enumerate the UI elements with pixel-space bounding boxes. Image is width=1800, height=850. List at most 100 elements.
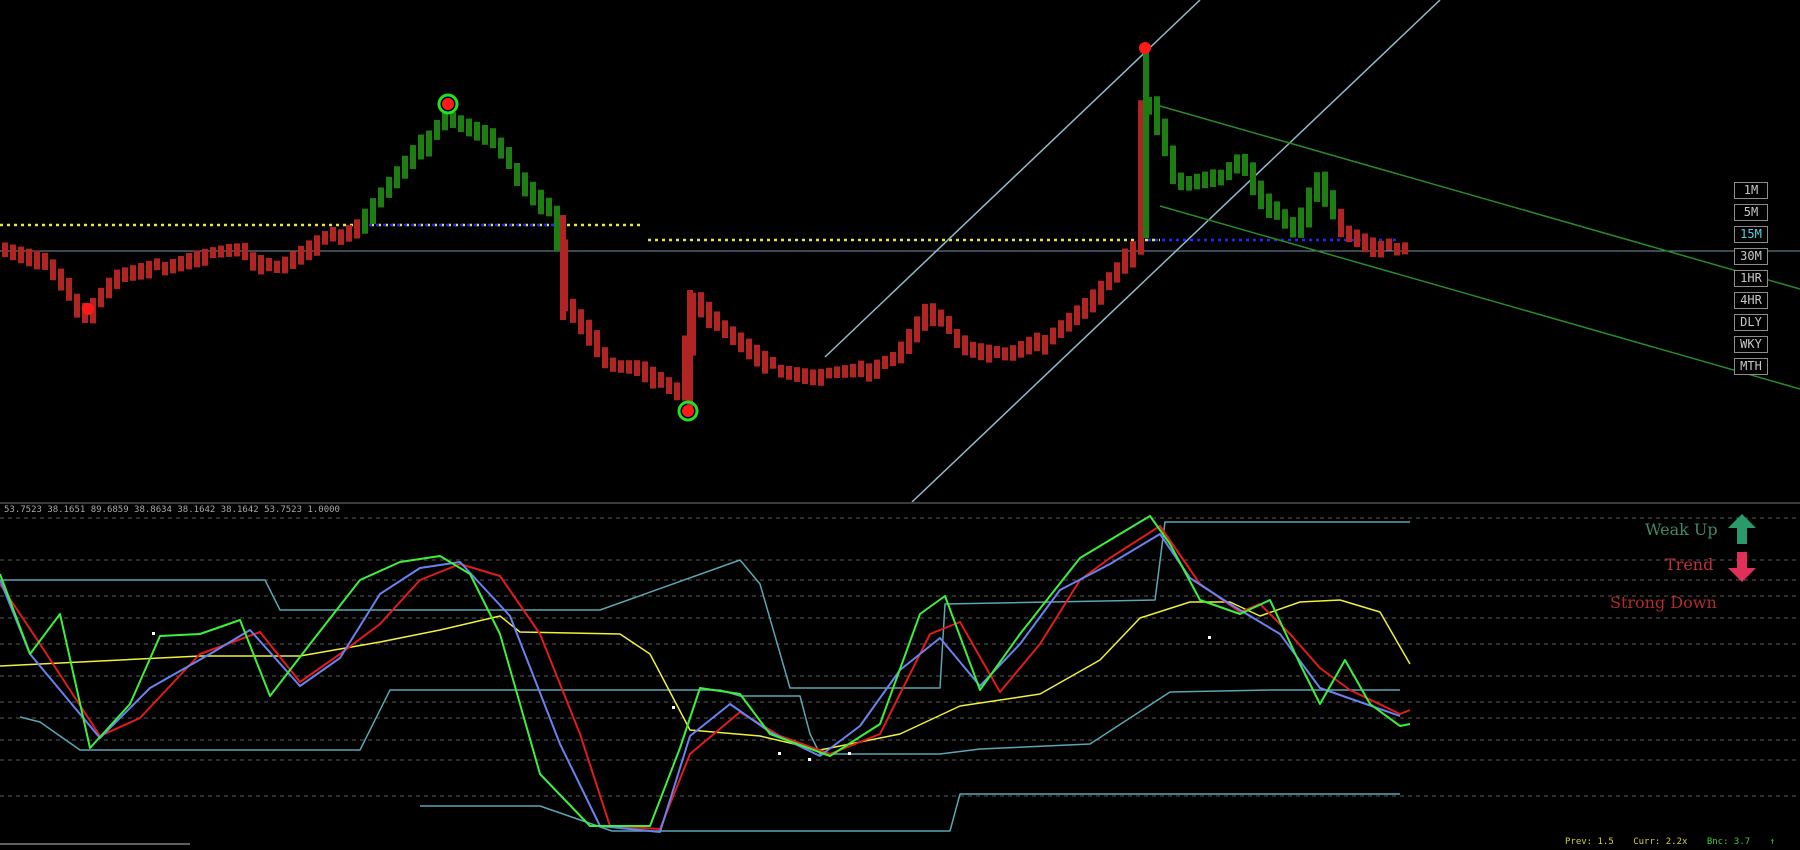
timeframe-button-4hr[interactable]: 4HR xyxy=(1734,292,1768,309)
bull-bar xyxy=(538,189,544,215)
bear-bar xyxy=(1042,335,1048,355)
bear-bar xyxy=(154,258,160,271)
bear-bar xyxy=(1130,241,1136,268)
bear-bar xyxy=(626,360,632,374)
bear-bar xyxy=(178,256,184,272)
bear-bar xyxy=(50,259,56,281)
bull-bar xyxy=(1170,145,1176,185)
signal-dot-marker xyxy=(672,706,675,709)
bear-bar xyxy=(874,359,880,379)
timeframe-button-1hr[interactable]: 1HR xyxy=(1734,270,1768,287)
bear-bar xyxy=(802,368,808,385)
bear-bar xyxy=(290,251,296,269)
swing-point-marker xyxy=(82,303,94,315)
bull-bar xyxy=(394,166,400,189)
signal-dot-marker xyxy=(778,752,781,755)
bear-bar xyxy=(58,268,64,291)
bear-bar xyxy=(650,366,656,389)
bear-bar xyxy=(674,382,680,401)
timeframe-button-dly[interactable]: DLY xyxy=(1734,314,1768,331)
bear-bar xyxy=(346,225,352,242)
bear-bar xyxy=(586,319,592,346)
bear-bar xyxy=(722,320,728,338)
bear-bar xyxy=(250,252,256,271)
bear-bar xyxy=(1082,298,1088,319)
timeframe-button-mth[interactable]: MTH xyxy=(1734,358,1768,375)
trend-channel-line xyxy=(1159,105,1800,290)
bear-bar xyxy=(642,361,648,383)
bull-bar xyxy=(1250,162,1256,196)
bull-bar xyxy=(386,176,392,198)
timeframe-button-1m[interactable]: 1M xyxy=(1734,182,1768,199)
bull-bar xyxy=(370,198,376,225)
lower-band-line xyxy=(420,793,1400,832)
bull-bar xyxy=(1154,96,1160,136)
status-bar: Prev: 1.5 Curr: 2.2x Bnc: 3.7 ↑ xyxy=(1565,837,1775,847)
bear-bar xyxy=(1122,248,1128,274)
bear-bar xyxy=(754,344,760,367)
bull-bar xyxy=(490,128,496,149)
bull-bar xyxy=(1282,209,1288,229)
bear-bar xyxy=(730,326,736,346)
signal-weak-up-label: Weak Up xyxy=(1645,520,1718,539)
bear-bar xyxy=(770,357,776,369)
bear-bar xyxy=(560,215,566,320)
bear-bar xyxy=(1010,345,1016,361)
signal-trend-label: Trend xyxy=(1665,555,1714,574)
bear-bar xyxy=(242,242,248,261)
signal-line xyxy=(0,533,1401,833)
timeframe-button-5m[interactable]: 5M xyxy=(1734,204,1768,221)
bull-bar xyxy=(554,205,560,251)
bull-bar xyxy=(1298,207,1304,238)
swing-point-marker xyxy=(1139,42,1151,54)
timeframe-button-15m[interactable]: 15M xyxy=(1734,226,1768,243)
bear-bar xyxy=(1354,229,1360,248)
bull-bar xyxy=(498,137,504,159)
bear-bar xyxy=(746,338,752,360)
bear-bar xyxy=(1074,305,1080,326)
bull-bar xyxy=(1266,193,1272,219)
bear-bar xyxy=(1346,225,1352,243)
timeframe-button-30m[interactable]: 30M xyxy=(1734,248,1768,265)
bear-bar xyxy=(738,332,744,353)
arrow-up-icon: ↑ xyxy=(1769,837,1776,847)
bear-bar xyxy=(274,260,280,273)
signal-dot-marker xyxy=(848,752,851,755)
bear-bar xyxy=(594,330,600,358)
oscillator-panel[interactable] xyxy=(0,504,1800,850)
bear-bar xyxy=(898,341,904,364)
bear-bar xyxy=(266,257,272,272)
bear-bar xyxy=(810,369,816,386)
swing-point-marker xyxy=(682,405,694,417)
bear-bar xyxy=(314,235,320,256)
bear-bar xyxy=(1370,237,1376,258)
bear-bar xyxy=(298,245,304,265)
bear-bar xyxy=(866,363,872,382)
bear-bar xyxy=(218,245,224,258)
bear-bar xyxy=(570,298,576,323)
bear-bar xyxy=(858,360,864,378)
price-chart-panel[interactable] xyxy=(0,0,1800,502)
bull-bar xyxy=(1258,180,1264,210)
bear-bar xyxy=(186,253,192,270)
bear-bar xyxy=(1362,233,1368,253)
bull-bar xyxy=(1226,162,1232,181)
baseline-line xyxy=(0,599,1411,751)
bear-bar xyxy=(114,269,120,290)
signal-dot-marker xyxy=(1208,636,1211,639)
bull-bar xyxy=(1218,169,1224,186)
bear-bar xyxy=(66,277,72,301)
bear-bar xyxy=(322,231,328,245)
bull-bar xyxy=(1330,190,1336,220)
bear-bar xyxy=(146,260,152,279)
bull-bar xyxy=(1314,172,1320,202)
bear-bar xyxy=(778,364,784,378)
bear-bar xyxy=(914,316,920,343)
bear-bar xyxy=(2,242,8,258)
bull-bar xyxy=(458,115,464,133)
timeframe-button-wky[interactable]: WKY xyxy=(1734,336,1768,353)
bear-bar xyxy=(602,347,608,369)
bear-bar xyxy=(946,316,952,334)
bear-bar xyxy=(906,329,912,354)
bull-bar xyxy=(1178,172,1184,191)
